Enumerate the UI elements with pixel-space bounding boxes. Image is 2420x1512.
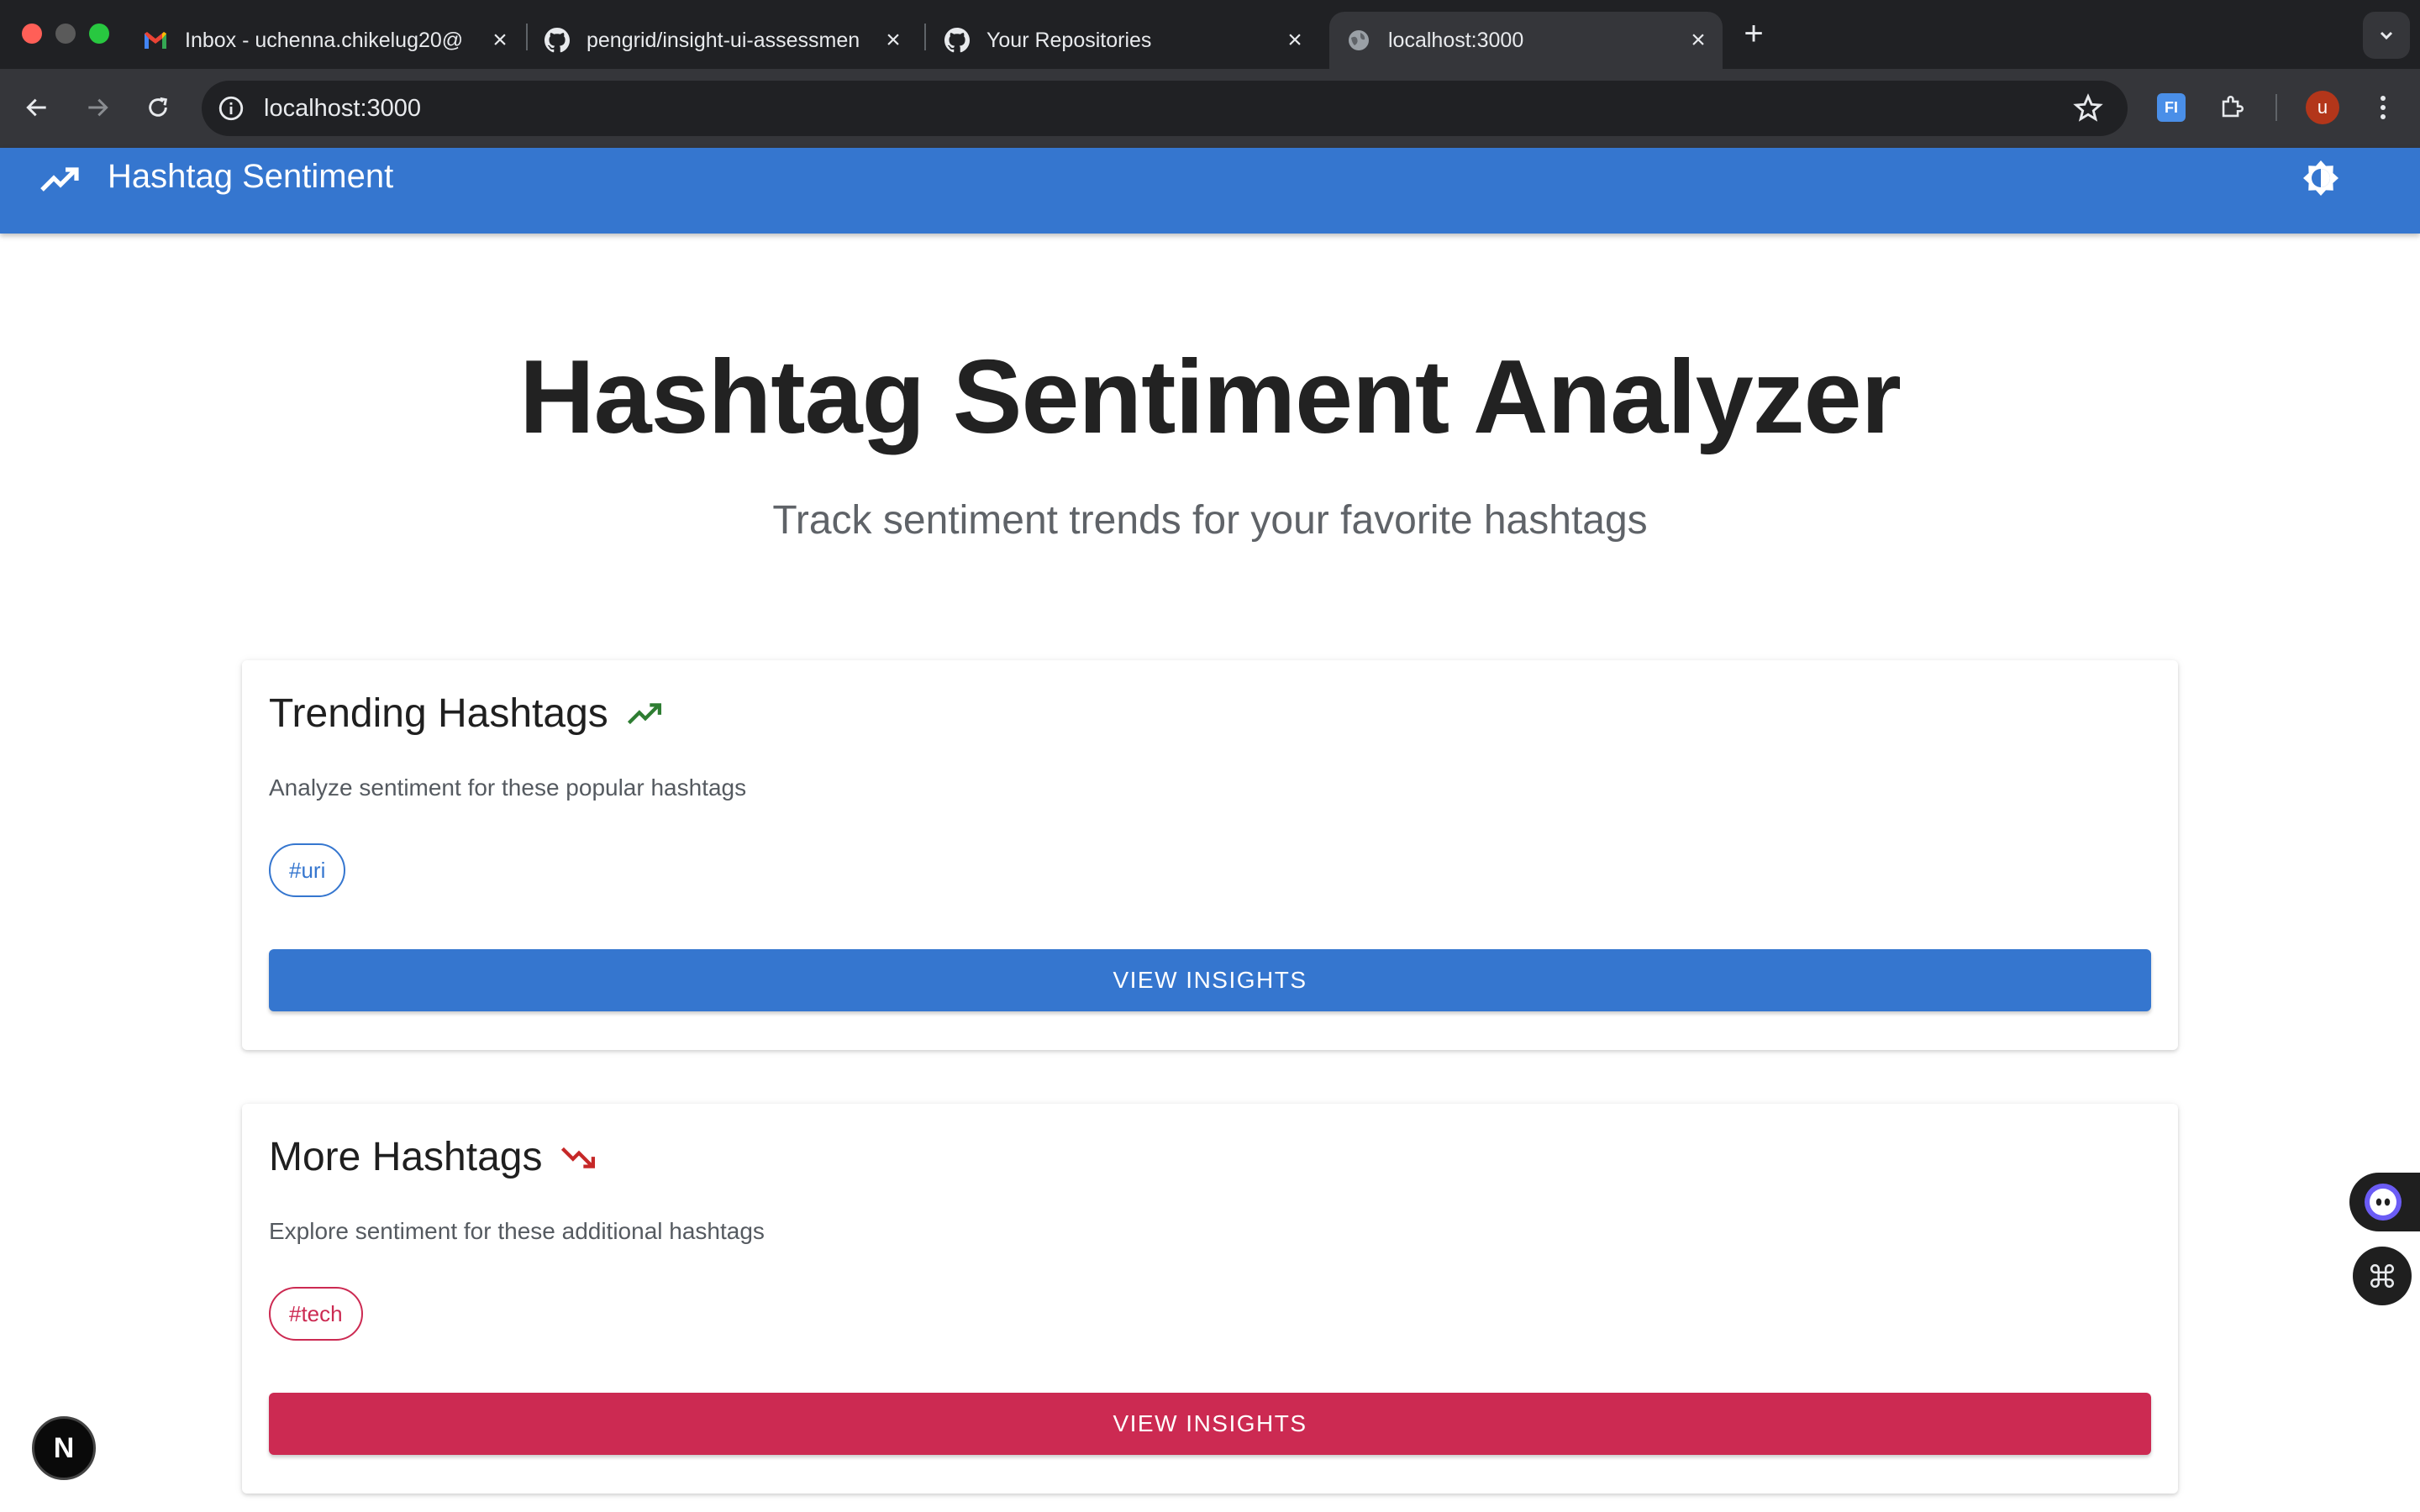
close-tab-icon[interactable]: ×	[1686, 26, 1711, 54]
tab-separator	[526, 24, 528, 50]
tab-title: Inbox - uchenna.chikelug20@	[185, 28, 464, 52]
browser-tab-github-repo[interactable]: pengrid/insight-ui-assessmen ×	[544, 12, 906, 69]
view-insights-button[interactable]: VIEW INSIGHTS	[269, 1393, 2151, 1455]
browser-tab-inbox[interactable]: Inbox - uchenna.chikelug20@ ×	[143, 12, 513, 69]
trending-hashtags-card: Trending Hashtags Analyze sentiment for …	[242, 660, 2178, 1050]
more-hashtags-card: More Hashtags Explore sentiment for thes…	[242, 1104, 2178, 1494]
hashtag-chip[interactable]: #uri	[269, 843, 346, 897]
theme-toggle-button[interactable]	[2299, 156, 2343, 200]
card-description: Analyze sentiment for these popular hash…	[269, 774, 747, 801]
more-vert-icon	[2381, 96, 2386, 119]
address-bar[interactable]: localhost:3000	[202, 81, 2128, 136]
arrow-right-icon	[88, 98, 108, 117]
close-tab-icon[interactable]: ×	[881, 26, 906, 54]
close-tab-icon[interactable]: ×	[487, 26, 513, 54]
brightness-icon	[2303, 160, 2338, 196]
app-title: Hashtag Sentiment	[108, 158, 394, 195]
tab-search-button[interactable]	[2363, 12, 2410, 59]
browser-tab-bar: Inbox - uchenna.chikelug20@ × pengrid/in…	[0, 0, 2420, 69]
tab-title: Your Repositories	[986, 28, 1152, 52]
extension-fi-icon: FI	[2157, 93, 2186, 122]
reload-icon	[149, 97, 168, 117]
reload-button[interactable]	[139, 89, 176, 126]
trending-down-icon	[560, 1144, 597, 1171]
card-header: Trending Hashtags	[269, 690, 664, 737]
nextjs-dev-badge[interactable]: N	[32, 1416, 96, 1480]
forward-button[interactable]	[79, 89, 116, 126]
bookmark-star-icon[interactable]	[2072, 92, 2104, 124]
browser-tab-your-repositories[interactable]: Your Repositories ×	[944, 12, 1307, 69]
github-icon	[544, 28, 570, 53]
new-tab-button[interactable]: +	[1739, 17, 1768, 50]
gmail-icon	[143, 28, 168, 53]
puzzle-icon	[2222, 96, 2244, 118]
extension-fi-button[interactable]: FI	[2153, 89, 2190, 126]
card-header: More Hashtags	[269, 1134, 597, 1180]
tab-separator	[924, 24, 926, 50]
browser-tab-localhost[interactable]: localhost:3000 ×	[1329, 12, 1723, 69]
close-window-button[interactable]	[22, 24, 42, 44]
assistant-widget-button[interactable]	[2349, 1173, 2420, 1231]
profile-button[interactable]: u	[2304, 89, 2341, 126]
bot-icon	[2365, 1184, 2402, 1221]
tab-title: localhost:3000	[1388, 28, 1524, 52]
close-tab-icon[interactable]: ×	[1282, 26, 1307, 54]
trending-up-icon	[627, 701, 664, 727]
globe-icon	[1346, 28, 1371, 53]
avatar: u	[2306, 91, 2339, 124]
chevron-down-icon	[2380, 31, 2393, 40]
github-icon	[944, 28, 970, 53]
toolbar-separator	[2275, 94, 2277, 121]
zoom-window-button[interactable]	[89, 24, 109, 44]
minimize-window-button[interactable]	[55, 24, 76, 44]
arrow-left-icon	[26, 98, 46, 117]
card-description: Explore sentiment for these additional h…	[269, 1218, 765, 1244]
command-icon	[2370, 1263, 2395, 1289]
view-insights-button[interactable]: VIEW INSIGHTS	[269, 949, 2151, 1011]
trending-up-icon	[40, 167, 79, 192]
back-button[interactable]	[18, 89, 55, 126]
page-subtitle: Track sentiment trends for your favorite…	[772, 498, 1648, 543]
tab-title: pengrid/insight-ui-assessmen	[587, 28, 860, 52]
extensions-button[interactable]	[2213, 89, 2250, 126]
browser-menu-button[interactable]	[2365, 89, 2402, 126]
url-text: localhost:3000	[264, 95, 422, 122]
command-widget-button[interactable]	[2353, 1247, 2412, 1305]
hashtag-chip[interactable]: #tech	[269, 1287, 363, 1341]
page-title: Hashtag Sentiment Analyzer	[519, 339, 1902, 455]
card-title: Trending Hashtags	[269, 691, 608, 736]
site-info-icon[interactable]	[217, 94, 245, 123]
card-title: More Hashtags	[269, 1135, 543, 1179]
